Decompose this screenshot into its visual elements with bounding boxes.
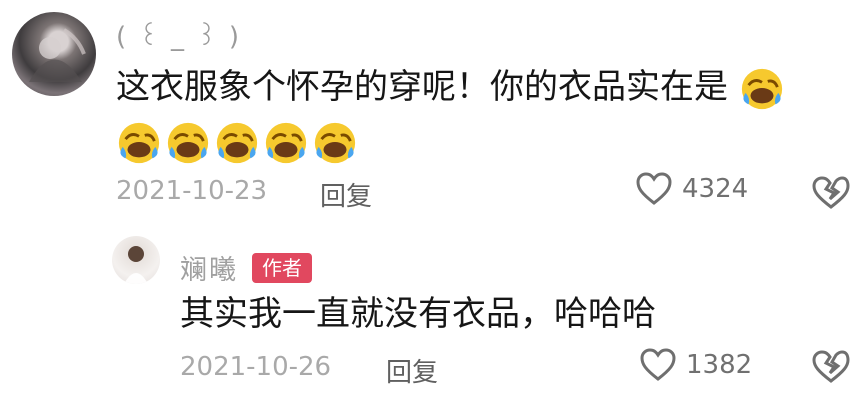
comment-body: 这衣服象个怀孕的穿呢！你的衣品实在是 [116, 60, 836, 168]
heart-icon [636, 172, 672, 205]
laughing-crying-emoji-icon [265, 122, 307, 163]
reply-like-count: 1382 [686, 350, 753, 380]
reply-reply-button[interactable]: 回复 [386, 352, 438, 389]
author-badge: 作者 [252, 252, 312, 283]
broken-heart-icon[interactable] [812, 350, 850, 384]
comment-date: 2021-10-23 [116, 176, 268, 206]
reply-date: 2021-10-26 [180, 352, 332, 382]
laughing-crying-emoji-icon [216, 122, 258, 163]
comment-like-count: 4324 [682, 174, 749, 204]
comment-text: 这衣服象个怀孕的穿呢！你的衣品实在是 [116, 67, 728, 107]
reply-text: 其实我一直就没有衣品，哈哈哈 [180, 294, 656, 334]
laughing-crying-emoji-icon [167, 122, 209, 163]
comment-like-button[interactable]: 4324 [636, 172, 748, 206]
broken-heart-icon[interactable] [812, 176, 850, 210]
reply-header: 斓曦 作者 [180, 248, 312, 287]
heart-icon [640, 348, 676, 381]
author-avatar[interactable] [112, 236, 160, 284]
commenter-avatar[interactable] [12, 12, 96, 96]
laughing-crying-emoji-icon [118, 122, 160, 163]
reply-button[interactable]: 回复 [320, 176, 372, 213]
author-username[interactable]: 斓曦 [180, 248, 238, 287]
reply-like-button[interactable]: 1382 [640, 348, 752, 382]
laughing-crying-emoji-icon [314, 122, 356, 163]
laughing-crying-emoji-icon [741, 68, 782, 109]
commenter-username[interactable]: ( ꒰ _ ꒱ ) [116, 18, 241, 52]
